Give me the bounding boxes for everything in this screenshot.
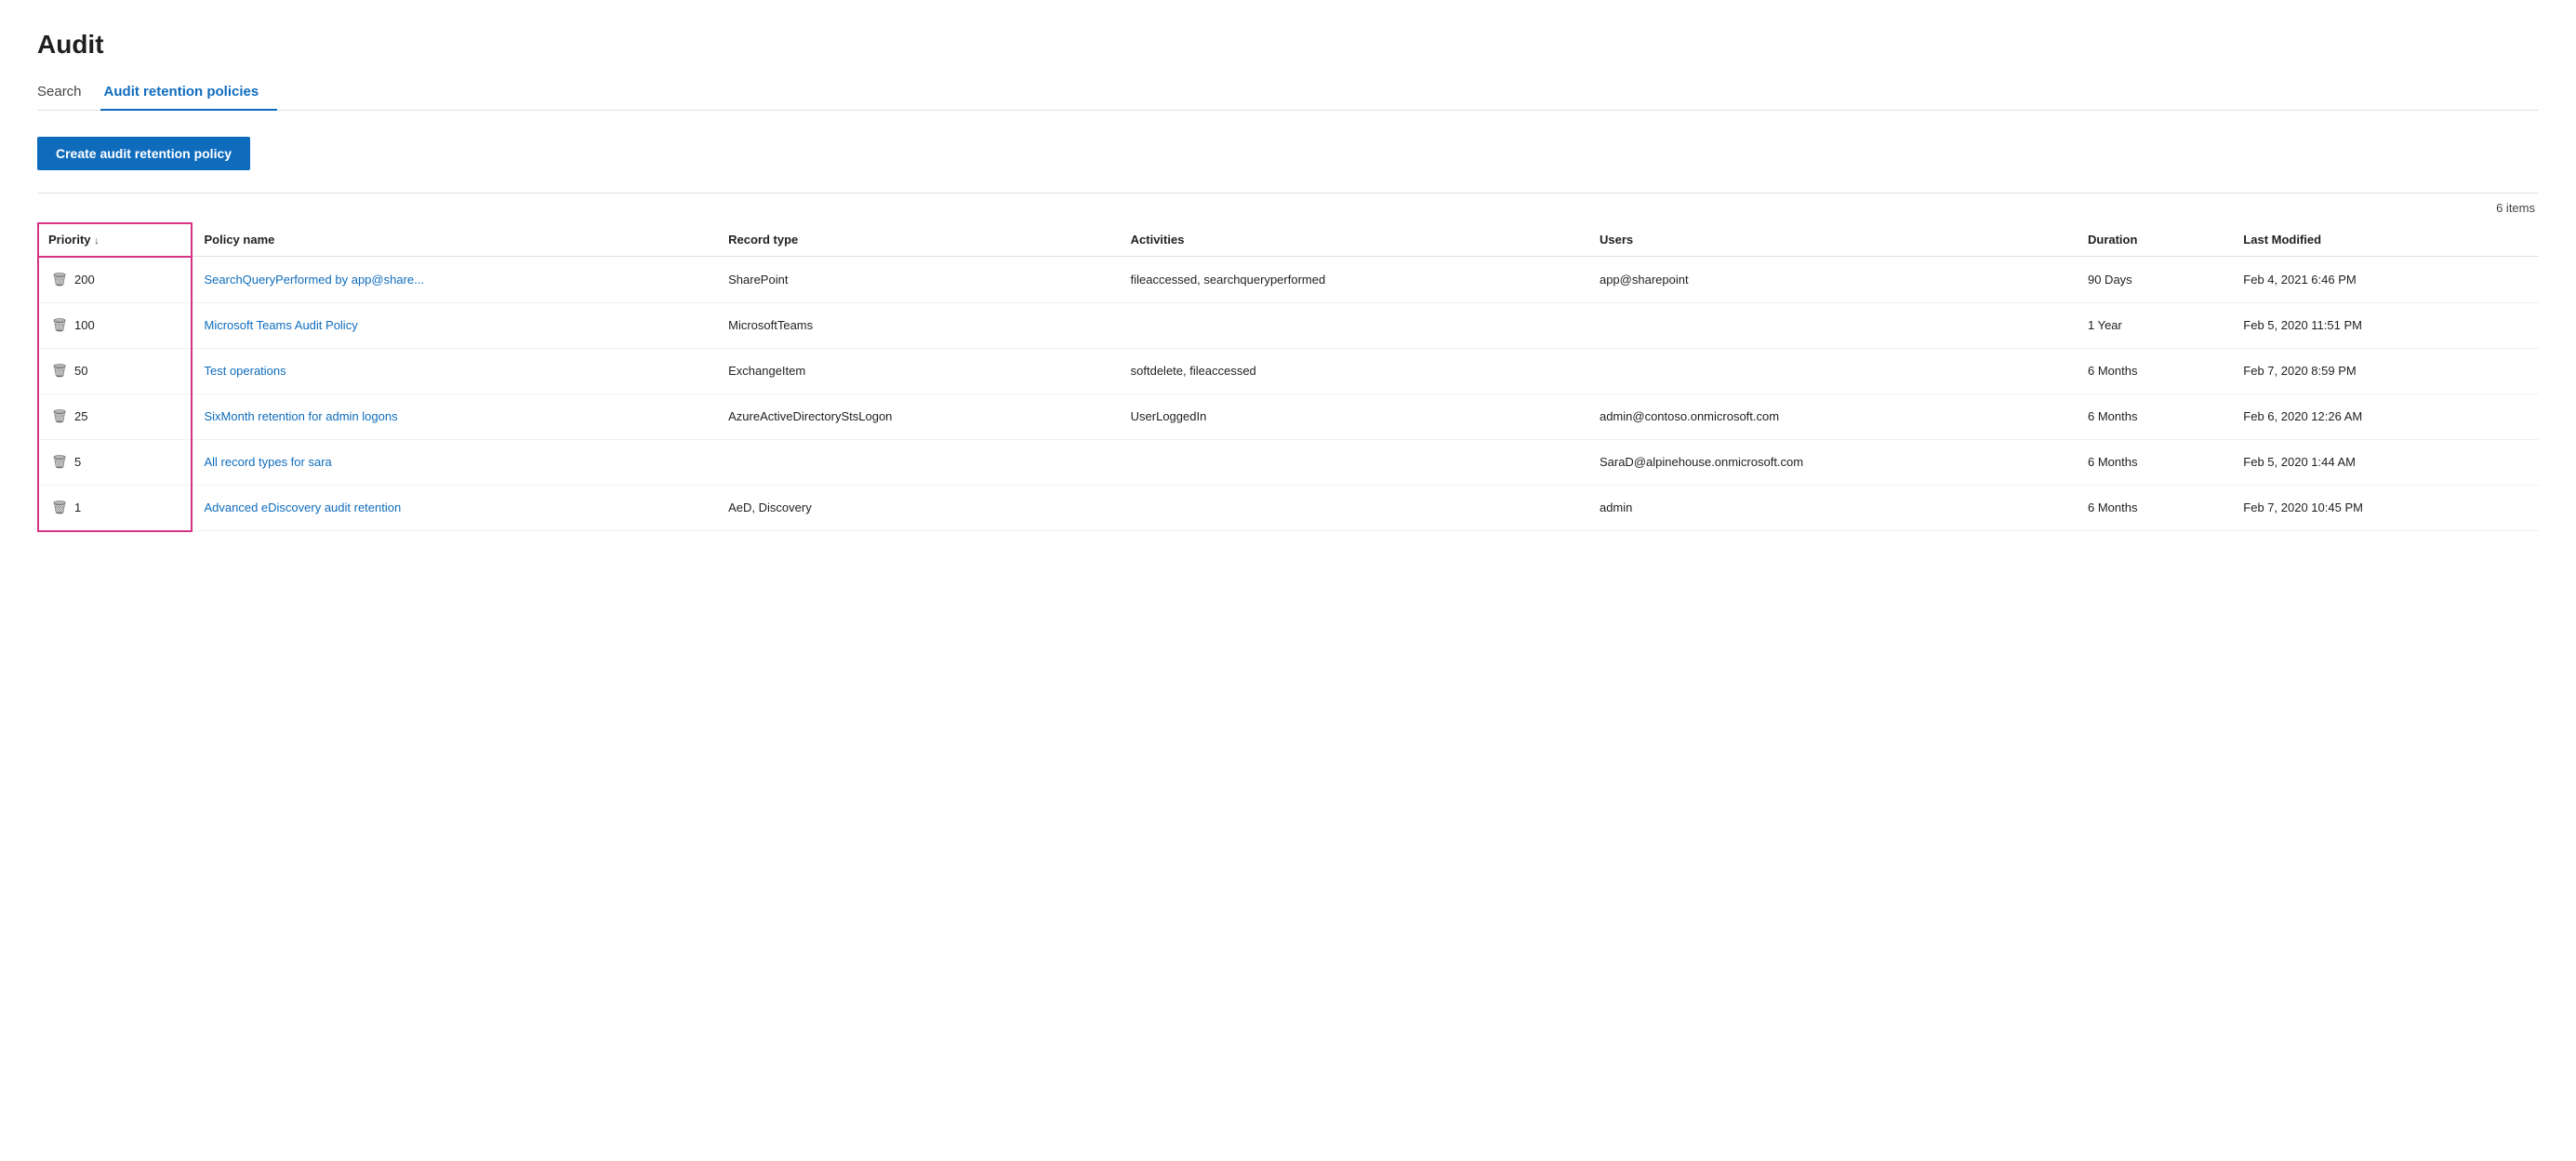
priority-cell: 🗑 50	[38, 348, 192, 394]
delete-icon[interactable]: 🗑	[50, 407, 69, 426]
priority-value: 50	[74, 364, 87, 378]
tab-search[interactable]: Search	[37, 74, 100, 111]
duration-cell: 1 Year	[2077, 302, 2232, 348]
record-type-cell: MicrosoftTeams	[717, 302, 1120, 348]
table-body: 🗑 200 SearchQueryPerformed by app@share.…	[38, 257, 2539, 531]
duration-cell: 6 Months	[2077, 485, 2232, 531]
table-row: 🗑 1 Advanced eDiscovery audit retentionA…	[38, 485, 2539, 531]
priority-cell: 🗑 1	[38, 485, 192, 531]
table-row: 🗑 25 SixMonth retention for admin logons…	[38, 394, 2539, 439]
record-type-cell: SharePoint	[717, 257, 1120, 303]
record-type-cell: ExchangeItem	[717, 348, 1120, 394]
priority-value: 1	[74, 500, 81, 514]
delete-icon[interactable]: 🗑	[50, 499, 69, 517]
delete-icon[interactable]: 🗑	[50, 362, 69, 380]
duration-cell: 6 Months	[2077, 348, 2232, 394]
record-type-cell	[717, 439, 1120, 485]
retention-table: Priority ↓ Policy name Record type Activ…	[37, 222, 2539, 532]
record-type-cell: AeD, Discovery	[717, 485, 1120, 531]
delete-icon[interactable]: 🗑	[50, 453, 69, 472]
col-header-priority[interactable]: Priority ↓	[38, 223, 192, 257]
priority-cell: 🗑 5	[38, 439, 192, 485]
col-header-record-type: Record type	[717, 223, 1120, 257]
last-modified-cell: Feb 7, 2020 8:59 PM	[2232, 348, 2539, 394]
sort-icon: ↓	[94, 235, 100, 247]
last-modified-cell: Feb 4, 2021 6:46 PM	[2232, 257, 2539, 303]
col-header-activities: Activities	[1120, 223, 1588, 257]
priority-value: 5	[74, 455, 81, 469]
col-header-users: Users	[1588, 223, 2077, 257]
duration-cell: 6 Months	[2077, 394, 2232, 439]
policy-name-cell[interactable]: Advanced eDiscovery audit retention	[192, 485, 717, 531]
activities-cell	[1120, 302, 1588, 348]
col-header-duration: Duration	[2077, 223, 2232, 257]
duration-cell: 90 Days	[2077, 257, 2232, 303]
priority-cell: 🗑 25	[38, 394, 192, 439]
policy-name-cell[interactable]: Microsoft Teams Audit Policy	[192, 302, 717, 348]
activities-cell: softdelete, fileaccessed	[1120, 348, 1588, 394]
table-header-row: Priority ↓ Policy name Record type Activ…	[38, 223, 2539, 257]
record-type-cell: AzureActiveDirectoryStsLogon	[717, 394, 1120, 439]
table-row: 🗑 50 Test operationsExchangeItemsoftdele…	[38, 348, 2539, 394]
last-modified-cell: Feb 5, 2020 1:44 AM	[2232, 439, 2539, 485]
col-header-last-modified: Last Modified	[2232, 223, 2539, 257]
activities-cell	[1120, 485, 1588, 531]
table-row: 🗑 200 SearchQueryPerformed by app@share.…	[38, 257, 2539, 303]
priority-value: 200	[74, 273, 95, 287]
create-policy-button[interactable]: Create audit retention policy	[37, 137, 250, 170]
activities-cell: fileaccessed, searchqueryperformed	[1120, 257, 1588, 303]
priority-cell: 🗑 200	[38, 257, 192, 303]
users-cell: admin@contoso.onmicrosoft.com	[1588, 394, 2077, 439]
table-row: 🗑 100 Microsoft Teams Audit PolicyMicros…	[38, 302, 2539, 348]
page-container: Audit Search Audit retention policies Cr…	[0, 0, 2576, 562]
delete-icon[interactable]: 🗑	[50, 316, 69, 335]
users-cell: admin	[1588, 485, 2077, 531]
last-modified-cell: Feb 7, 2020 10:45 PM	[2232, 485, 2539, 531]
col-header-policy-name: Policy name	[192, 223, 717, 257]
activities-cell: UserLoggedIn	[1120, 394, 1588, 439]
activities-cell	[1120, 439, 1588, 485]
users-cell: SaraD@alpinehouse.onmicrosoft.com	[1588, 439, 2077, 485]
divider	[37, 193, 2539, 194]
users-cell: app@sharepoint	[1588, 257, 2077, 303]
tab-retention[interactable]: Audit retention policies	[100, 74, 278, 111]
users-cell	[1588, 302, 2077, 348]
table-row: 🗑 5 All record types for sara SaraD@alpin…	[38, 439, 2539, 485]
policy-name-cell[interactable]: All record types for sara	[192, 439, 717, 485]
table-wrapper: Priority ↓ Policy name Record type Activ…	[37, 222, 2539, 532]
tab-nav: Search Audit retention policies	[37, 74, 2539, 111]
last-modified-cell: Feb 6, 2020 12:26 AM	[2232, 394, 2539, 439]
priority-value: 25	[74, 409, 87, 423]
policy-name-cell[interactable]: SearchQueryPerformed by app@share...	[192, 257, 717, 303]
policy-name-cell[interactable]: Test operations	[192, 348, 717, 394]
page-title: Audit	[37, 30, 2539, 60]
items-count: 6 items	[37, 201, 2539, 215]
users-cell	[1588, 348, 2077, 394]
delete-icon[interactable]: 🗑	[50, 271, 69, 289]
policy-name-cell[interactable]: SixMonth retention for admin logons	[192, 394, 717, 439]
last-modified-cell: Feb 5, 2020 11:51 PM	[2232, 302, 2539, 348]
priority-value: 100	[74, 318, 95, 332]
priority-cell: 🗑 100	[38, 302, 192, 348]
duration-cell: 6 Months	[2077, 439, 2232, 485]
